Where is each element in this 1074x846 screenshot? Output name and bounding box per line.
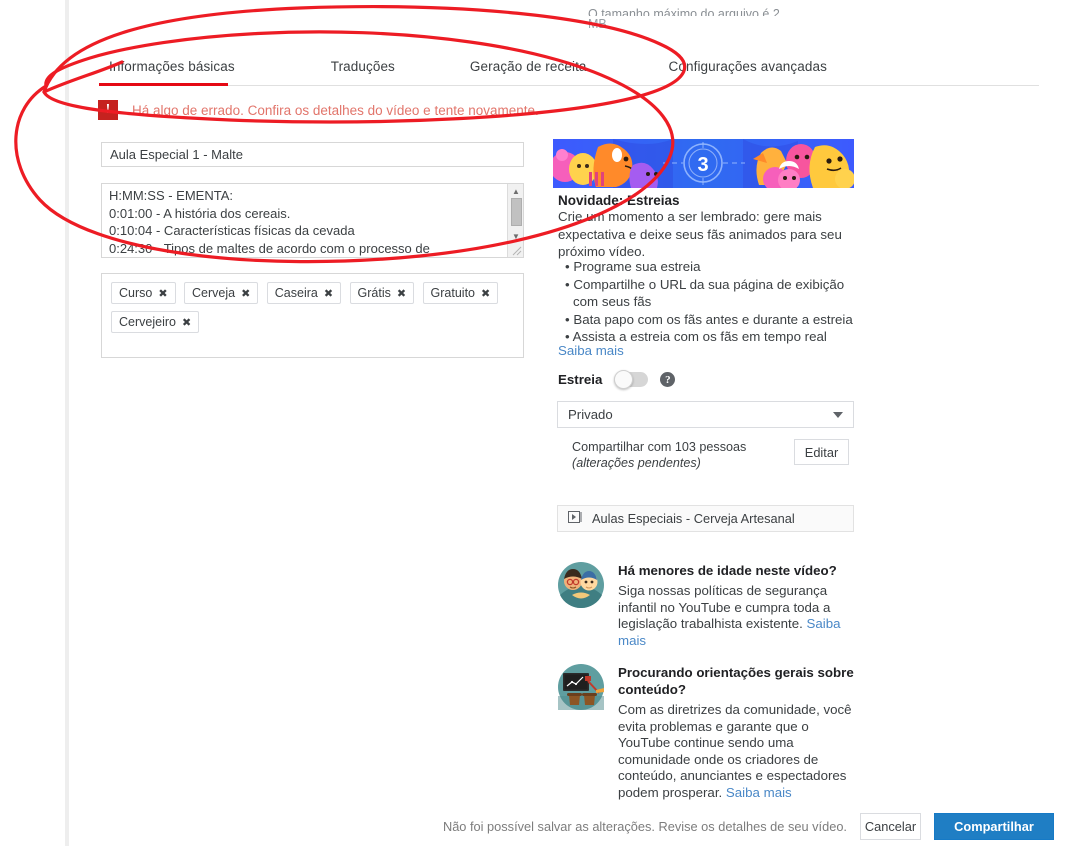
info-card-text: Siga nossas políticas de segurança infan… <box>618 583 856 649</box>
promo-title: Novidade: Estreias <box>558 193 680 208</box>
playlist-label: Aulas Especiais - Cerveja Artesanal <box>592 511 795 526</box>
tab-bar: Informações básicas Traduções Geração de… <box>98 48 1038 84</box>
tab-traducoes[interactable]: Traduções <box>331 59 395 74</box>
children-faces-icon <box>558 562 604 609</box>
chalkboard-icon <box>558 664 604 710</box>
chevron-down-icon <box>833 411 843 418</box>
premiere-toggle-switch[interactable] <box>614 370 649 389</box>
save-error-message: Não foi possível salvar as alterações. R… <box>442 818 847 834</box>
tag-remove-icon[interactable]: ✖ <box>158 287 167 300</box>
promo-bullet: • Compartilhe o URL da sua página de exi… <box>565 276 845 310</box>
premiere-promo-banner-image: 3 <box>553 139 854 188</box>
promo-bullet-list: • Programe sua estreia • Compartilhe o U… <box>565 258 855 346</box>
premiere-label: Estreia <box>558 372 603 387</box>
promo-learn-more-link[interactable]: Saiba mais <box>558 343 624 358</box>
privacy-select[interactable]: Privado <box>557 401 854 428</box>
info-card-guidelines: Procurando orientações gerais sobre cont… <box>558 664 858 802</box>
tag-chip[interactable]: Cervejeiro ✖ <box>111 311 200 333</box>
tag-label: Cerveja <box>192 286 236 300</box>
file-size-note: O tamanho máximo do arquivo é 2 MB. <box>588 6 848 33</box>
error-message: Há algo de errado. Confira os detalhes d… <box>132 102 539 118</box>
tab-bar-underline <box>99 85 1039 86</box>
tag-remove-icon[interactable]: ✖ <box>481 287 490 300</box>
tag-label: Cervejeiro <box>119 315 176 329</box>
tag-remove-icon[interactable]: ✖ <box>324 287 333 300</box>
file-size-note-line2: MB. <box>588 17 611 31</box>
edit-share-button[interactable]: Editar <box>794 439 849 465</box>
tag-chip[interactable]: Cerveja ✖ <box>184 282 259 304</box>
tag-label: Gratuito <box>430 286 475 300</box>
resize-grip-icon[interactable] <box>510 244 523 257</box>
share-description: Compartilhar com 103 pessoas (alterações… <box>572 439 784 471</box>
tag-remove-icon[interactable]: ✖ <box>182 316 191 329</box>
promo-bullet: • Programe sua estreia <box>565 259 701 274</box>
video-details-dialog: O tamanho máximo do arquivo é 2 MB. Info… <box>0 0 1074 846</box>
playlist-selector[interactable]: Aulas Especiais - Cerveja Artesanal <box>557 505 854 532</box>
share-button[interactable]: Compartilhar <box>934 812 1054 840</box>
tab-configuracoes-avancadas[interactable]: Configurações avançadas <box>669 59 827 74</box>
info-card-learn-more-link[interactable]: Saiba mais <box>726 785 792 800</box>
info-card-text: Com as diretrizes da comunidade, você ev… <box>618 702 856 802</box>
tab-active-indicator <box>99 83 228 86</box>
info-card-body: Siga nossas políticas de segurança infan… <box>618 583 831 632</box>
privacy-selected-value: Privado <box>568 407 613 422</box>
info-card-minors: Há menores de idade neste vídeo? Siga no… <box>558 562 858 649</box>
file-size-note-line1: O tamanho máximo do arquivo é 2 <box>588 7 780 16</box>
scrollbar-thumb[interactable] <box>511 198 522 226</box>
share-description-pending: (alterações pendentes) <box>572 456 701 470</box>
tag-label: Grátis <box>357 286 391 300</box>
description-scrollbar[interactable]: ▲ ▼ <box>507 184 523 257</box>
toggle-knob <box>614 370 634 389</box>
share-description-plain: Compartilhar com 103 pessoas <box>572 440 747 454</box>
tab-geracao-de-receita[interactable]: Geração de receita <box>470 59 587 74</box>
tag-remove-icon[interactable]: ✖ <box>397 287 406 300</box>
share-with-people-row: Compartilhar com 103 pessoas (alterações… <box>572 439 854 471</box>
video-tags-field[interactable]: Curso ✖ Cerveja ✖ Caseira ✖ Grátis ✖ Gra… <box>101 273 524 358</box>
premiere-toggle-row: Estreia ? <box>558 370 676 389</box>
red-annotation-overlay <box>14 5 687 264</box>
scroll-up-icon[interactable]: ▲ <box>508 184 523 198</box>
tag-chip[interactable]: Curso ✖ <box>111 282 176 304</box>
tab-informacoes-basicas[interactable]: Informações básicas <box>109 59 235 74</box>
info-card-title: Procurando orientações gerais sobre cont… <box>618 665 854 697</box>
video-description-text: H:MM:SS - EMENTA: 0:01:00 - A história d… <box>109 188 430 256</box>
tag-chip[interactable]: Grátis ✖ <box>349 282 415 304</box>
help-icon[interactable]: ? <box>660 372 676 387</box>
tag-label: Caseira <box>274 286 318 300</box>
tag-remove-icon[interactable]: ✖ <box>241 287 250 300</box>
cancel-button[interactable]: Cancelar <box>860 812 921 840</box>
dialog-action-bar: Não foi possível salvar as alterações. R… <box>0 806 1074 846</box>
scroll-down-icon[interactable]: ▼ <box>508 229 523 243</box>
dialog-left-divider <box>65 0 69 846</box>
tag-label: Curso <box>119 286 153 300</box>
tag-chip[interactable]: Caseira ✖ <box>266 282 342 304</box>
svg-text:3: 3 <box>697 154 708 176</box>
tag-chip[interactable]: Gratuito ✖ <box>422 282 499 304</box>
video-description-field[interactable]: H:MM:SS - EMENTA: 0:01:00 - A história d… <box>101 183 524 258</box>
video-playlist-icon <box>568 511 583 526</box>
exclamation-icon: ! <box>98 100 118 120</box>
promo-body: Crie um momento a ser lembrado: gere mai… <box>558 209 842 260</box>
info-card-title: Há menores de idade neste vídeo? <box>618 563 837 578</box>
promo-bullet: • Bata papo com os fãs antes e durante a… <box>565 311 853 327</box>
video-title-input[interactable] <box>101 142 524 167</box>
error-banner: ! Há algo de errado. Confira os detalhes… <box>98 100 539 120</box>
